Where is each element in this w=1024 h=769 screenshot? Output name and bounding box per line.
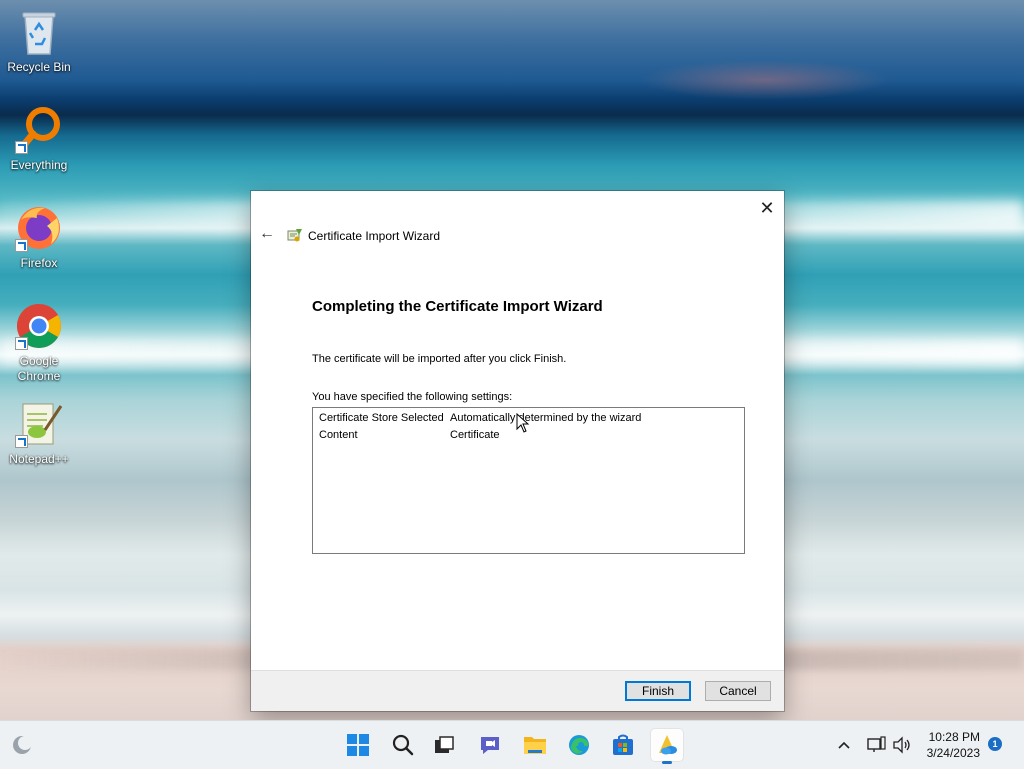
taskbar: 10:28 PM 3/24/2023 1 [0,720,1024,769]
desktop-icon-label: Recycle Bin [7,60,71,74]
description-text: The certificate will be imported after y… [312,353,567,365]
volume-icon[interactable] [888,729,916,761]
finish-button[interactable]: Finish [625,681,691,701]
recycle-bin-icon [15,8,63,56]
desktop-icon-label: Firefox [20,256,58,270]
chrome-icon [15,302,63,350]
settings-label: You have specified the following setting… [312,391,513,403]
task-view-icon[interactable] [428,729,460,761]
clock[interactable]: 10:28 PM 3/24/2023 [927,729,980,761]
store-icon[interactable] [607,729,639,761]
certificate-wizard-icon [287,227,303,243]
wizard-title: Certificate Import Wizard [308,229,441,243]
everything-search-icon [15,106,63,154]
firefox-icon [15,204,63,252]
shortcut-arrow-icon [15,239,28,252]
chat-icon[interactable] [474,729,506,761]
desktop-icon-firefox[interactable]: Firefox [1,204,77,271]
search-icon[interactable] [387,729,419,761]
start-icon[interactable] [342,729,374,761]
certificate-manager-icon[interactable] [651,729,683,764]
shortcut-arrow-icon [15,337,28,350]
shortcut-arrow-icon [15,141,28,154]
edge-icon[interactable] [563,729,595,761]
chevron-up-icon[interactable] [830,729,858,761]
page-heading: Completing the Certificate Import Wizard [312,298,603,315]
notepadpp-icon [15,400,63,448]
network-icon[interactable] [862,729,890,761]
cancel-button[interactable]: Cancel [705,681,771,701]
mouse-cursor-icon [516,413,530,433]
back-button[interactable]: ← [257,224,277,244]
desktop-icon-google-chrome[interactable]: Google Chrome [1,302,77,384]
settings-key: Certificate Store Selected [319,412,444,424]
clock-time: 10:28 PM [928,730,980,744]
desktop-icon-recycle-bin[interactable]: Recycle Bin [1,8,77,75]
dialog-footer: Finish Cancel [251,670,784,711]
settings-value: Certificate [450,429,500,441]
desktop-icon-label: Notepad++ [9,452,69,466]
desktop-icon-everything[interactable]: Everything [1,106,77,173]
desktop-icon-notepadpp[interactable]: Notepad++ [1,400,77,467]
settings-key: Content [319,429,358,441]
widgets-icon[interactable] [6,729,38,761]
certificate-import-wizard-dialog: ✕ ← Certificate Import Wizard Completing… [251,191,784,711]
shortcut-arrow-icon [15,435,28,448]
settings-value: Automatically determined by the wizard [450,412,642,424]
close-button[interactable]: ✕ [754,195,780,221]
notification-badge[interactable]: 1 [988,737,1002,751]
desktop-icon-label: Everything [10,158,68,172]
file-explorer-icon[interactable] [519,729,551,761]
desktop-icon-label: Google Chrome [17,354,61,383]
clock-date: 3/24/2023 [926,746,980,760]
